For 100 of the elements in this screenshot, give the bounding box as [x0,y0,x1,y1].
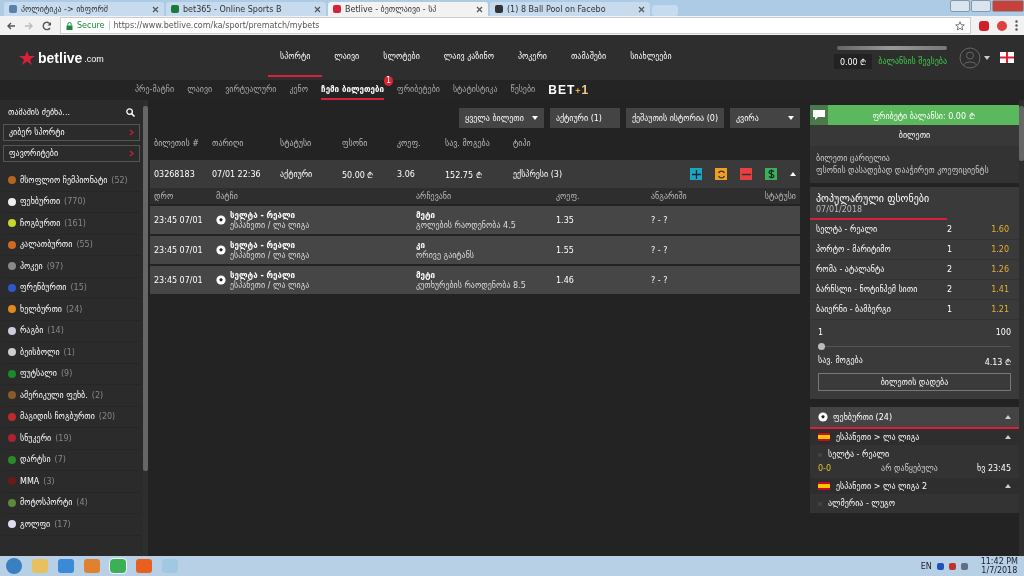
league-header[interactable]: ესპანეთი > ლა ლიგა [810,429,1019,445]
subnav-link[interactable]: ფრიბეტები [397,80,440,100]
selection-pick: კი [416,240,426,250]
sport-item[interactable]: კალათბურთი (55) [3,234,140,256]
language-indicator[interactable]: EN [920,561,932,571]
sport-item[interactable]: გოლფი (17) [3,514,140,536]
scrollbar[interactable] [1019,100,1024,556]
stake-slider[interactable] [818,343,1011,350]
collapse-icon[interactable] [1005,484,1011,488]
bet-plus-one-link[interactable]: BET+1 [548,83,590,97]
match-name[interactable]: ალმერია - ლუგო [828,499,895,508]
reload-icon[interactable] [42,20,52,31]
sport-item[interactable]: MMA (3) [3,471,140,493]
caret-icon[interactable] [984,55,990,60]
filter-button[interactable]: აქტიური (1) [549,108,620,128]
place-bet-button[interactable]: ბილეთის დადება [818,373,1011,391]
nav-link[interactable]: პოკერი [505,38,559,77]
refresh-button[interactable] [715,168,727,180]
search-field[interactable]: თამაშის ძებნა... [8,108,118,117]
browser-tab[interactable]: bet365 - Online Sports B [166,2,326,16]
sport-item[interactable]: სნუკერი (19) [3,428,140,450]
start-button[interactable] [6,558,22,574]
popular-bet-row[interactable]: პორტო - მარიტიმო 1 1.20 [810,240,1019,260]
filter-button[interactable]: ქეშაუთის ისტორია (0) [625,108,724,128]
cashout-button[interactable] [765,168,777,180]
extension-icon[interactable] [997,20,1007,31]
sport-item[interactable]: ფრენბურთი (15) [3,277,140,299]
match-name: სელტა - რეალი [230,210,297,220]
filter-dropdown[interactable]: ყველა ბილეთი [459,108,544,128]
subnav-link[interactable]: წესები [510,80,536,100]
sport-item[interactable]: მსოფლიო ჩემპიონატი (52) [3,170,140,192]
browser-tab[interactable]: პოლიტიკა -> ინფორმ [4,2,164,16]
popular-bet-row[interactable]: ბაიერნი - ბამბერგი 1 1.21 [810,300,1019,320]
match-status: არ დაწყებულა [880,464,939,473]
sport-item[interactable]: ჩოგბურთი (161) [3,213,140,235]
subnav-link[interactable]: ლაივი [187,80,213,100]
win-amount: 4.13 ₾ [984,357,1011,367]
collapse-icon[interactable] [1005,415,1011,419]
remove-button[interactable] [740,168,752,180]
collapse-icon[interactable] [790,172,796,176]
add-button[interactable] [690,168,702,180]
popular-bet-row[interactable]: სელტა - რეალი 2 1.60 [810,220,1019,240]
sidebar-button[interactable]: ფავორიტები [3,145,140,162]
sport-item[interactable]: რაგბი (14) [3,320,140,342]
popular-bet-row[interactable]: რომა - ატალანტა 2 1.26 [810,260,1019,280]
column-header: სტატუსი [280,138,313,148]
match-name[interactable]: სელტა - რეალი [828,450,890,459]
subnav-link[interactable]: პრე-მატჩი [135,80,175,100]
close-icon[interactable] [152,5,159,13]
betlive-logo[interactable]: betlive.com [18,49,268,66]
close-icon[interactable] [476,5,483,13]
nav-link[interactable]: თამაშები [558,38,619,77]
table-cell-text: ? - ? [650,245,669,255]
star-icon[interactable] [955,20,965,31]
caret-icon [788,116,794,120]
sport-item[interactable]: მოტოსპორტი (4) [3,492,140,514]
market-name: ორივე გაიტანს [416,250,475,260]
nav-link[interactable]: ლაივი [322,38,372,77]
nav-link[interactable]: სიახლეები [618,38,684,77]
sport-item[interactable]: ჰოკეი (97) [3,256,140,278]
table-cell-text: 3.06 [397,169,416,179]
popular-bet-row[interactable]: ბარნსლი - ნოტინჰემ სითი 2 1.41 [810,280,1019,300]
filter-dropdown[interactable]: კვირა [730,108,800,128]
sport-item[interactable]: ფუტსალი (9) [3,363,140,385]
league-header[interactable]: ესპანეთი > ლა ლიგა 2 [810,478,1019,494]
sport-header[interactable]: ფეხბურთი (24) [810,407,1019,429]
extension-icon[interactable] [979,20,989,31]
search-icon[interactable] [126,108,135,117]
sport-item[interactable]: ხელბურთი (24) [3,299,140,321]
back-icon[interactable] [6,20,16,31]
clock[interactable]: 11:42 PM 1/7/2018 [980,557,1018,575]
league-name: ესპანეთი / ლა ლიგა [230,250,310,260]
slider-thumb[interactable] [818,343,825,350]
nav-link[interactable]: სლოტები [371,38,432,77]
close-icon[interactable] [638,5,645,13]
subnav-link[interactable]: სტატისტიკა [452,80,498,100]
nav-link[interactable]: ლაივ კაზინო [431,38,506,77]
sidebar-button[interactable]: კიბერ სპორტი [3,124,140,141]
collapse-icon[interactable] [1005,435,1011,439]
browser-tab[interactable]: (1) 8 Ball Pool on Facebo [490,2,650,16]
nav-link[interactable]: სპორტი [268,38,323,77]
market-name: კუთხურების რაოდენობა 8.5 [416,280,527,290]
sport-item[interactable]: დარტსი (7) [3,449,140,471]
sport-item[interactable]: მაგიდის ჩოგბურთი (20) [3,406,140,428]
address-bar[interactable]: Secure https://www.betlive.com/ka/sport/prematch/mybets [60,17,971,34]
subnav-link[interactable]: კენო [289,80,309,100]
match-name: სელტა - რეალი [230,240,297,250]
deposit-link[interactable]: ბალანსის შევსება [878,57,947,66]
flag-icon[interactable] [1000,52,1014,63]
sport-item[interactable]: ამერიკული ფეხბ. (2) [3,385,140,407]
market-name: გოლების რაოდენობა 4.5 [416,220,517,230]
menu-icon[interactable] [1015,20,1018,31]
close-icon[interactable] [314,5,321,13]
browser-tab[interactable]: Betlive - ბეთლაივი - სპ [328,2,488,16]
chevron-icon [129,129,134,136]
subnav-link[interactable]: ვირტუალური [225,80,277,100]
column-header: ანგარიში [650,191,688,201]
sport-item[interactable]: ფეხბურთი (770) [3,191,140,213]
sport-item[interactable]: ბეისბოლი (1) [3,342,140,364]
table-cell-text: 03268183 [154,169,196,179]
